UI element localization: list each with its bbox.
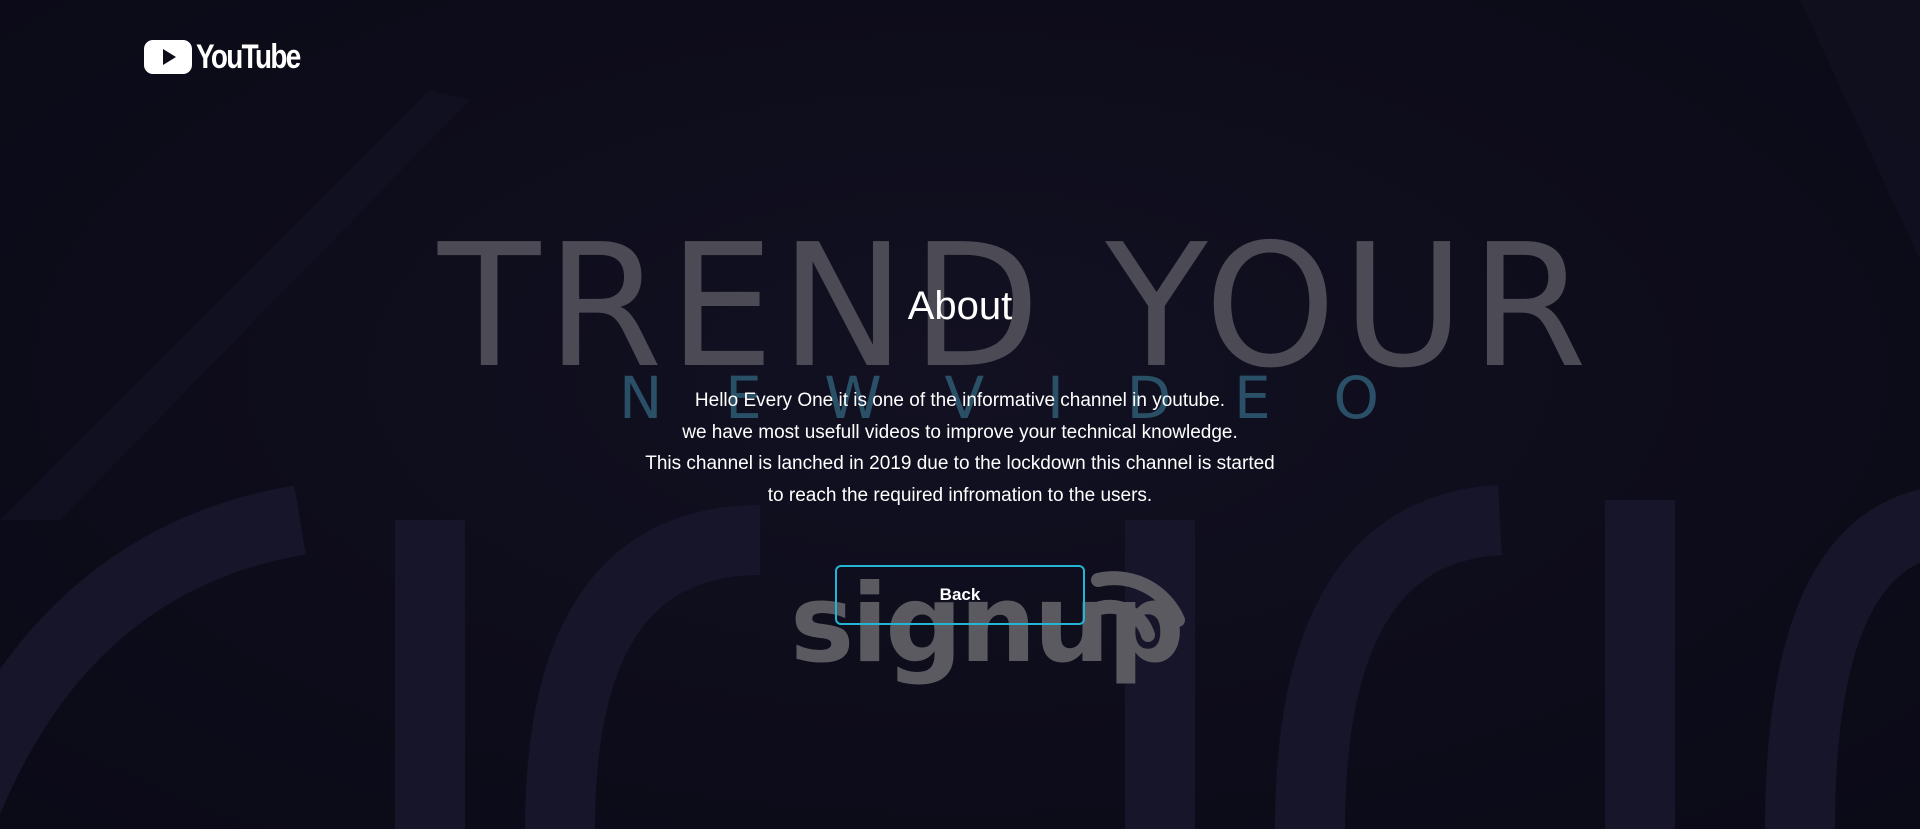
about-line: Hello Every One it is one of the informa… [694, 390, 1226, 411]
youtube-play-icon [144, 40, 192, 74]
back-button[interactable]: Back [835, 565, 1085, 625]
logo-text: YouTube [196, 38, 301, 76]
about-line: This channel is lanched in 2019 due to t… [645, 453, 1275, 474]
wifi-signal-icon [1091, 571, 1185, 642]
about-heading: About [907, 284, 1013, 328]
about-line: to reach the required infromation to the… [767, 484, 1153, 506]
about-line: we have most usefull videos to improve y… [682, 421, 1238, 443]
about-description: Hello Every One it is one of the informa… [560, 385, 1360, 511]
youtube-logo[interactable]: YouTube [144, 39, 322, 75]
about-page: YouTube TREND YOUR N E W V I D E O signu… [0, 0, 1920, 829]
